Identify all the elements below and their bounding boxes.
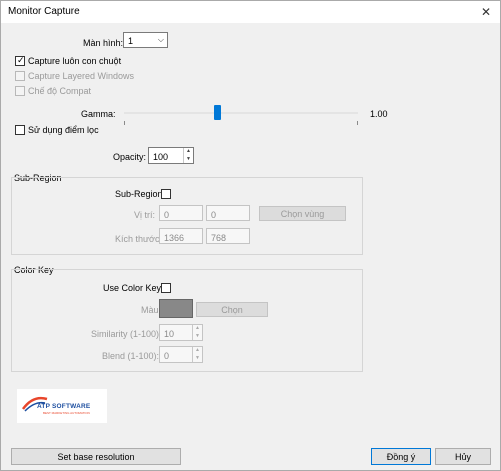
gamma-slider-track — [124, 112, 358, 114]
gamma-label: Gamma: — [81, 109, 116, 119]
similarity-input[interactable]: 10 ▲ ▼ — [159, 324, 203, 341]
blend-value: 0 — [164, 351, 170, 361]
sub-region-label: Sub-Region — [115, 189, 163, 199]
blend-input[interactable]: 0 ▲ ▼ — [159, 346, 203, 363]
monitor-select-value: 1 — [128, 36, 134, 46]
set-base-resolution-button[interactable]: Set base resolution — [11, 448, 181, 465]
position-y-value: 0 — [211, 210, 217, 220]
capture-cursor-checkbox[interactable]: ✓ — [15, 55, 25, 66]
sub-region-checkbox[interactable] — [161, 189, 171, 199]
logo-text: ATP SOFTWARE — [37, 403, 91, 410]
choose-region-button[interactable]: Chọn vùng — [259, 206, 346, 221]
filter-point-label: Sử dụng điểm lọc — [28, 125, 99, 135]
similarity-label: Similarity (1-100): — [91, 329, 162, 339]
set-base-resolution-label: Set base resolution — [57, 452, 135, 462]
opacity-value: 100 — [153, 152, 169, 162]
capture-layered-label: Capture Layered Windows — [28, 71, 135, 81]
use-color-key-checkbox[interactable] — [161, 283, 171, 293]
similarity-value: 10 — [164, 329, 175, 339]
compat-mode-label: Chế độ Compat — [28, 86, 92, 96]
height-input[interactable]: 768 — [206, 228, 250, 244]
choose-region-button-label: Chọn vùng — [280, 209, 325, 219]
opacity-label: Opacity: — [113, 152, 147, 162]
spin-up-icon[interactable]: ▲ — [193, 347, 202, 355]
spin-up-icon[interactable]: ▲ — [184, 148, 193, 156]
opacity-spinner[interactable]: ▲ ▼ — [183, 148, 193, 163]
width-value: 1366 — [164, 233, 185, 243]
close-icon: ✕ — [480, 5, 492, 19]
window-title: Monitor Capture — [8, 6, 80, 17]
height-value: 768 — [211, 233, 227, 243]
spin-down-icon[interactable]: ▼ — [193, 355, 202, 363]
atp-software-logo: ATP SOFTWARE BEST MARKETING AUTOMATION — [17, 389, 107, 423]
chevron-down-icon: ⌵ — [157, 35, 164, 44]
gamma-slider-thumb[interactable] — [214, 105, 222, 120]
use-color-key-label: Use Color Key: — [103, 283, 164, 293]
compat-mode-checkbox[interactable] — [15, 86, 25, 96]
choose-color-button[interactable]: Chọn — [196, 302, 268, 317]
width-input[interactable]: 1366 — [159, 228, 203, 244]
gamma-tick — [124, 121, 125, 125]
cancel-button[interactable]: Hủy — [435, 448, 491, 465]
similarity-spinner[interactable]: ▲ ▼ — [192, 325, 202, 340]
checkmark-icon: ✓ — [17, 55, 25, 65]
blend-spinner[interactable]: ▲ ▼ — [192, 347, 202, 362]
position-x-value: 0 — [164, 210, 170, 220]
spin-down-icon[interactable]: ▼ — [184, 156, 193, 164]
logo-tagline: BEST MARKETING AUTOMATION — [43, 411, 90, 415]
position-y-input[interactable]: 0 — [206, 205, 250, 221]
title-bar: Monitor Capture ✕ — [1, 1, 500, 23]
capture-layered-checkbox[interactable] — [15, 71, 25, 81]
blend-label: Blend (1-100): — [102, 351, 160, 361]
position-label: Vị trí: — [134, 210, 156, 220]
monitor-select[interactable]: 1 ⌵ — [123, 32, 168, 48]
monitor-capture-dialog: Monitor Capture ✕ Màn hình: 1 ⌵ ✓ Captur… — [0, 0, 501, 471]
close-button[interactable]: ✕ — [472, 1, 500, 23]
gamma-tick — [357, 121, 358, 125]
cancel-button-label: Hủy — [454, 452, 471, 462]
ok-button[interactable]: Đồng ý — [371, 448, 431, 465]
position-x-input[interactable]: 0 — [159, 205, 203, 221]
color-label: Màu — [141, 305, 159, 315]
ok-button-label: Đồng ý — [386, 452, 416, 462]
gamma-slider[interactable] — [121, 101, 361, 127]
spin-up-icon[interactable]: ▲ — [193, 325, 202, 333]
size-label: Kích thước: — [115, 234, 162, 244]
opacity-input[interactable]: 100 ▲ ▼ — [148, 147, 194, 164]
monitor-label: Màn hình: — [83, 38, 124, 48]
spin-down-icon[interactable]: ▼ — [193, 333, 202, 341]
choose-color-button-label: Chọn — [221, 305, 243, 315]
capture-cursor-label: Capture luôn con chuột — [28, 56, 122, 66]
color-swatch[interactable] — [159, 299, 193, 318]
gamma-value: 1.00 — [370, 109, 388, 119]
filter-point-checkbox[interactable] — [15, 125, 25, 135]
